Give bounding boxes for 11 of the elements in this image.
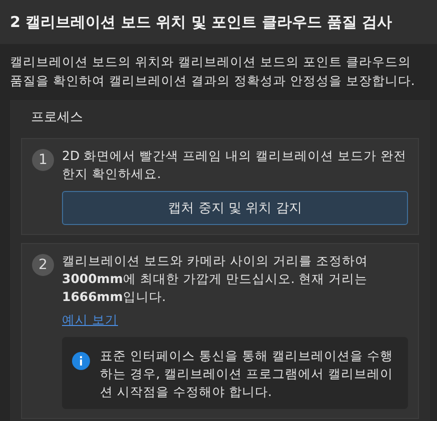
step-text: 2D 화면에서 빨간색 프레임 내의 캘리브레이션 보드가 완전한지 확인하세요. (62, 147, 408, 183)
panel-title: 프로세스 (31, 109, 84, 126)
info-icon (72, 352, 90, 370)
example-link[interactable]: 예시 보기 (62, 312, 118, 329)
detect-button[interactable]: 캡처 중지 및 위치 감지 (62, 191, 408, 225)
step-text: 캘리브레이션 보드와 카메라 사이의 거리를 조정하여 3000mm에 최대한 가깝게 만드십시오. 현재 거리는 1666mm입니다. (62, 252, 369, 306)
step-number: 1 (32, 149, 54, 171)
step-number: 2 (32, 254, 54, 276)
info-text: 표준 인터페이스 통신을 통해 캘리브레이션을 수행하는 경우, 캘리브레이션 프로그램에서 캘리브레이션 시작점을 수정해야 합니다. (100, 347, 394, 401)
description-text: 캘리브레이션 보드의 위치와 캘리브레이션 보드의 포인트 클라우드의 품질을 확인하여 캘리브레이션 결과의 정확성과 안정성을 보장합니다. (10, 53, 416, 90)
section-title: 2 캘리브레이션 보드 위치 및 포인트 클라우드 품질 검사 (10, 12, 392, 32)
